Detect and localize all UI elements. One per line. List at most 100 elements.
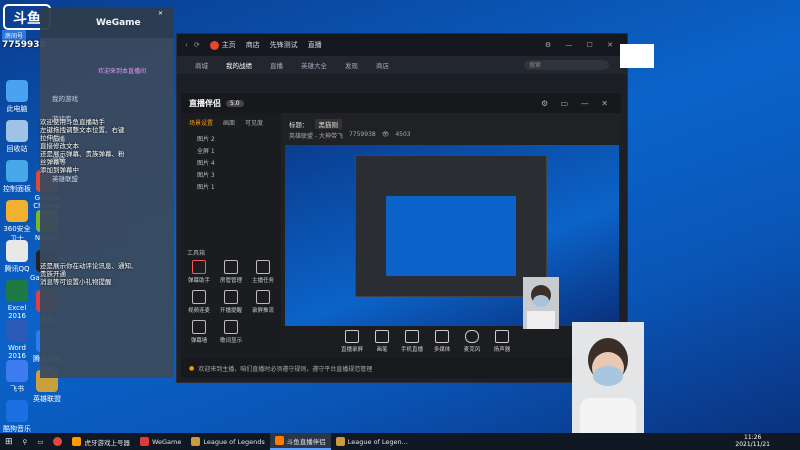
tool-danmu[interactable]: 弹幕助手 [185,260,213,284]
app-icon [6,320,28,342]
desktop-icon[interactable]: 酷狗音乐 [0,400,34,434]
tab-pioneer[interactable]: 先锋测试 [270,40,298,50]
version-badge: 5.0 [226,99,244,107]
subtab-heroes[interactable]: 英雄大全 [301,60,327,70]
bottom-toolbar: 直播录屏 画笔 手机直播 多媒体 麦克风 扬声器 [281,326,621,358]
btn-speaker[interactable]: 扬声器 [487,330,517,353]
tool-record[interactable]: 录屏推流 [249,290,277,314]
subtab-shop[interactable]: 商店 [376,60,389,70]
status-bar: ● 欢迎来到主播，咱们直播时必须遵守规则，遵守平台直播规范管理 [181,358,629,378]
tool-tasks[interactable]: 主播任务 [249,260,277,284]
app-icon [6,160,28,182]
desktop-icon-label: 此电脑 [6,105,28,113]
panel-item-my-games[interactable]: 我的游戏 [40,88,174,108]
btn-microphone[interactable]: 麦克风 [457,330,487,353]
search-icon[interactable]: ⚲ [18,433,33,450]
room-title-input[interactable]: 黑猫刚 [314,119,342,129]
back-icon[interactable]: ‹ [185,41,188,49]
viewer-count: 4503 [395,131,411,138]
btn-screen-record[interactable]: 直播录屏 [337,330,367,353]
window-controls[interactable]: ⚙ — ☐ ✕ [545,41,619,49]
subtab-discover[interactable]: 发现 [345,60,358,70]
desktop-icon-label: 飞书 [10,385,24,393]
refresh-icon[interactable]: ⟳ [194,41,200,49]
companion-title: 直播伴侣 [189,98,221,108]
douyu-side-panel: WeGame ✕ 欢迎来到本直播间 我的游戏 游戏库 直播 战绩 英雄联盟 [40,8,174,378]
taskbar-app-2[interactable]: League of Legends [186,433,269,450]
chrome-taskbar-icon[interactable] [48,433,67,450]
app-icon [6,200,28,222]
scene-item[interactable]: 图片 2 [181,132,281,144]
live-companion-window: 直播伴侣 5.0 ⚙ ▭ — ✕ 场景设置 画面 可见度 图片 2 全屏 1 图… [181,93,629,378]
tab-visibility[interactable]: 可见度 [245,118,263,127]
overlay-message: 欢迎使用斗鱼直播助手 左键拖拽调整文本位置、右键拉伸后 直接修改文本 还是展示弹… [40,118,125,174]
scene-item[interactable]: 图片 1 [181,180,281,192]
svg-text:斗鱼: 斗鱼 [13,10,41,27]
btn-brush[interactable]: 画笔 [367,330,397,353]
tool-danmu-wall[interactable]: 弹幕墙 [185,320,213,344]
desktop-icon[interactable]: 回收站 [0,120,34,154]
overlay-message-2: 还是展示你在动评论讯息、通知、贵族开通 消息等可设置小礼物提醒 [40,262,138,286]
wegame-home-icon [209,40,219,50]
scene-item[interactable]: 全屏 1 [181,144,281,156]
app-icon [6,280,28,302]
system-clock[interactable]: 11:26 2021/11/21 [735,434,770,448]
search-input[interactable]: 搜索 [524,60,609,70]
welcome-text: 欢迎来到本直播间 [98,68,147,75]
desktop-icon[interactable]: 360安全卫士 [0,200,34,244]
desktop-icon-label: 回收站 [6,145,28,153]
task-view-icon[interactable]: ▭ [32,433,48,450]
tool-lyrics[interactable]: 歌词显示 [217,320,245,344]
btn-media[interactable]: 多媒体 [427,330,457,353]
btn-mobile-live[interactable]: 手机直播 [397,330,427,353]
tool-room-admin[interactable]: 房管管理 [217,260,245,284]
start-button[interactable]: ⊞ [0,433,18,450]
scene-item[interactable]: 图片 3 [181,168,281,180]
toolbox-label: 工具箱 [187,250,206,257]
tab-live[interactable]: 直播 [308,40,322,50]
tab-picture[interactable]: 画面 [223,118,235,127]
app-icon [6,240,28,262]
toolbox: 工具箱 弹幕助手 房管管理 主播任务 视频连麦 开播提醒 录屏推流 弹幕墙 歌词… [181,248,281,344]
subtab-my-stats[interactable]: 我的战绩 [226,60,252,70]
desktop-icon[interactable]: 腾讯QQ [0,240,34,274]
webcam-big [572,322,644,444]
nested-preview-screen [386,196,516,276]
dialog-fragment [620,44,654,68]
viewer-icon: 👁 [381,131,390,138]
scene-panel: 场景设置 画面 可见度 图片 2 全屏 1 图片 4 图片 3 图片 1 工具箱… [181,113,281,358]
tab-scene[interactable]: 场景设置 [189,118,213,127]
companion-window-controls[interactable]: ⚙ ▭ — ✕ [541,99,613,108]
room-info: 标题： 黑猫刚 [289,119,342,129]
tool-reminder[interactable]: 开播提醒 [217,290,245,314]
tool-video-link[interactable]: 视频连麦 [185,290,213,314]
wegame-logo-text: WeGame [96,18,141,28]
desktop-icon[interactable]: 飞书 [0,360,34,394]
desktop-icon-label: Word 2016 [8,344,26,360]
tab-store[interactable]: 商店 [246,40,260,50]
app-icon [6,400,28,422]
taskbar-app-3[interactable]: 斗鱼直播伴侣 [269,433,331,450]
subtab-mall[interactable]: 商城 [195,60,208,70]
category: 英雄联盟 - 大神带飞 [289,133,343,140]
desktop-icon[interactable]: 控制面板 [0,160,34,194]
taskbar-app-0[interactable]: 虎牙游戏上号器 [67,433,135,450]
stream-preview [285,145,619,327]
taskbar-app-1[interactable]: WeGame [135,433,186,450]
room-number: 7759938 [348,131,376,138]
desktop-icon-label: Excel 2016 [7,304,27,320]
app-icon [6,360,28,382]
app-icon [6,80,28,102]
subtab-live[interactable]: 直播 [270,60,283,70]
desktop-icon-label: 控制面板 [3,185,31,193]
close-icon[interactable]: ✕ [158,10,163,17]
desktop-icon[interactable]: 此电脑 [0,80,34,114]
scene-item[interactable]: 图片 4 [181,156,281,168]
tab-home[interactable]: 主页 [209,40,236,50]
webcam-small [523,277,559,329]
taskbar-app-4[interactable]: League of Legen... [331,433,413,450]
room-meta: 英雄联盟 - 大神带飞 7759938 👁 4503 [289,131,411,140]
info-icon: ● [189,364,195,372]
desktop-icon[interactable]: Excel 2016 [0,280,34,320]
desktop-icon[interactable]: Word 2016 [0,320,34,360]
